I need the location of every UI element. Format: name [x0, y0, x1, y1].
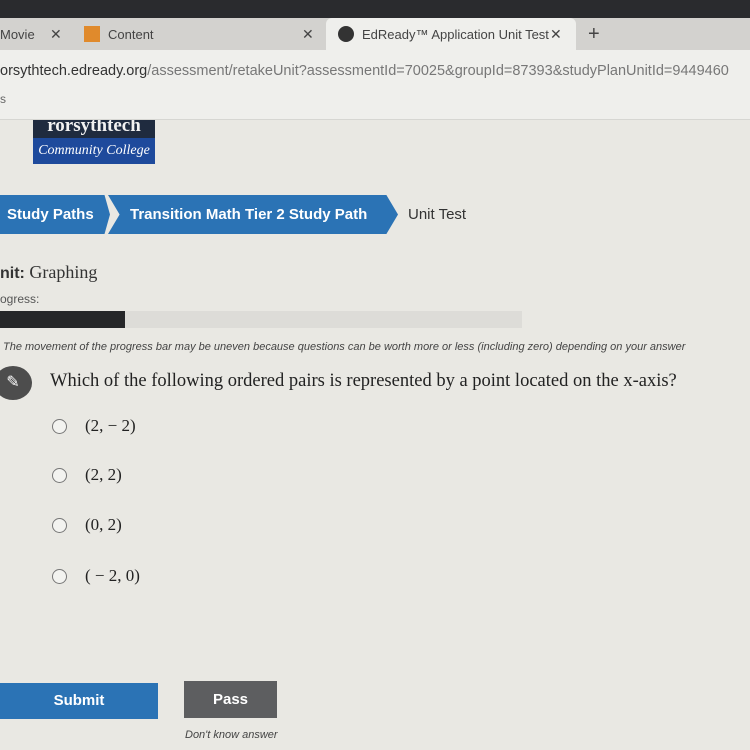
pencil-icon: ✎ [0, 366, 32, 400]
edit-icon [84, 26, 100, 42]
progress-note: The movement of the progress bar may be … [3, 341, 686, 353]
dont-know-label: Don't know answer [185, 729, 278, 741]
url-path: /assessment/retakeUnit?assessmentId=7002… [147, 63, 729, 79]
unit-label: nit: [0, 265, 25, 282]
crumb-unit-test: Unit Test [408, 206, 467, 223]
close-icon[interactable]: ✕ [550, 26, 562, 43]
breadcrumb: Study Paths Transition Math Tier 2 Study… [0, 195, 466, 234]
address-bar[interactable]: orsythtech.edready.org/assessment/retake… [0, 50, 750, 84]
bookmarks-bar: s [0, 84, 750, 120]
progress-label: ogress: [0, 292, 40, 306]
progress-bar [0, 311, 522, 328]
college-logo: rorsythtech Community College [33, 120, 155, 164]
option-label: (2, 2) [85, 465, 122, 484]
progress-fill [0, 311, 126, 328]
tab-movie[interactable]: Movie ✕ [0, 18, 72, 50]
tab-label: Content [108, 26, 154, 42]
close-icon[interactable]: ✕ [302, 26, 314, 43]
question-text: Which of the following ordered pairs is … [50, 371, 677, 391]
close-icon[interactable]: ✕ [50, 26, 62, 43]
crumb-study-path[interactable]: Transition Math Tier 2 Study Path [108, 195, 398, 234]
answer-option[interactable]: (0, 2) [52, 515, 122, 535]
url-host: orsythtech.edready.org [0, 63, 148, 79]
option-label: ( − 2, 0) [85, 566, 140, 585]
unit-title: nit: Graphing [0, 262, 97, 283]
tab-bar: Movie ✕ Content ✕ EdReady™ Application U… [0, 18, 750, 50]
edready-icon [338, 26, 354, 42]
radio-button[interactable] [52, 568, 67, 584]
tab-label: EdReady™ Application Unit Test [362, 26, 549, 42]
tab-label: Movie [0, 26, 35, 42]
bezel [0, 0, 750, 18]
new-tab-button[interactable]: + [588, 18, 600, 50]
logo-bottom: Community College [33, 138, 155, 164]
answer-option[interactable]: ( − 2, 0) [52, 566, 140, 586]
radio-button[interactable] [52, 418, 67, 434]
answer-option[interactable]: (2, − 2) [52, 416, 136, 436]
tab-content[interactable]: Content ✕ [84, 18, 324, 50]
crumb-study-paths[interactable]: Study Paths [0, 195, 110, 234]
option-label: (2, − 2) [85, 416, 136, 435]
radio-button[interactable] [52, 517, 67, 533]
unit-value: Graphing [29, 262, 98, 282]
submit-button[interactable]: Submit [0, 683, 158, 719]
tab-edready[interactable]: EdReady™ Application Unit Test ✕ [326, 18, 576, 50]
bookmark-item[interactable]: s [0, 92, 6, 106]
option-label: (0, 2) [85, 515, 122, 534]
radio-button[interactable] [52, 467, 67, 483]
answer-option[interactable]: (2, 2) [52, 465, 122, 485]
logo-top: rorsythtech [33, 120, 155, 138]
pass-button[interactable]: Pass [184, 681, 277, 718]
